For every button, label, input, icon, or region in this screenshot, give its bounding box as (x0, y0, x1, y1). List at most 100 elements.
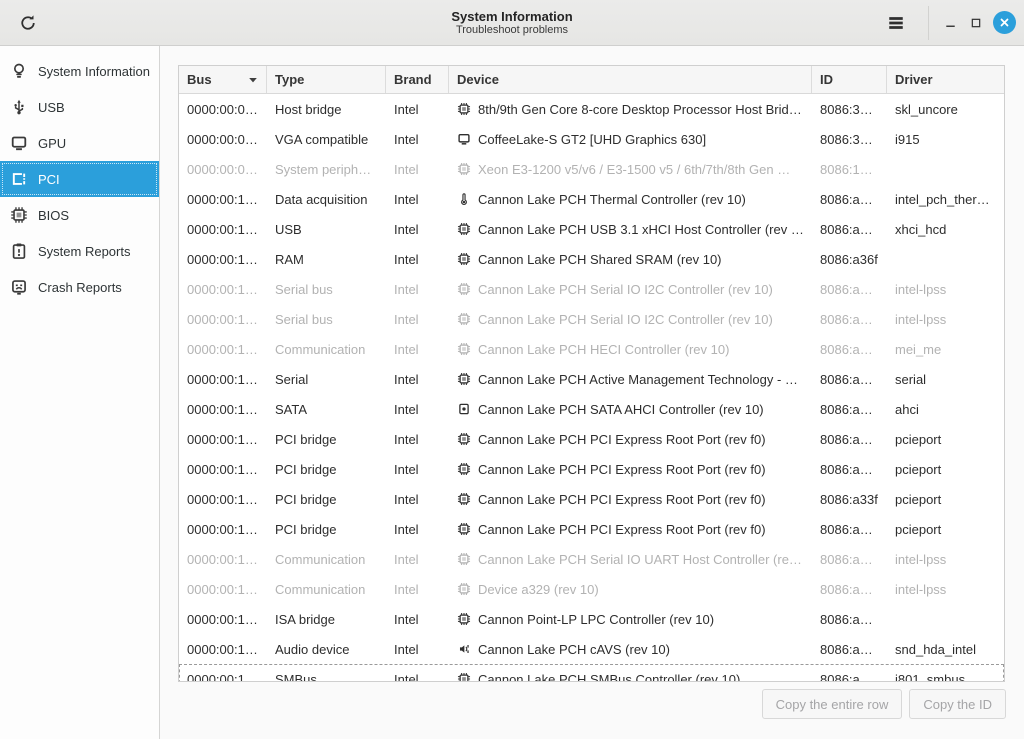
cell-device: Cannon Lake PCH Shared SRAM (rev 10) (449, 252, 812, 267)
clipboard-icon (10, 242, 28, 260)
usb-icon (10, 98, 28, 116)
table-row[interactable]: 0000:00:1d.0PCI bridgeIntelCannon Lake P… (179, 514, 1004, 544)
minimize-icon (943, 15, 958, 30)
chip-icon (457, 372, 471, 386)
table-row[interactable]: 0000:00:15.0Serial busIntelCannon Lake P… (179, 274, 1004, 304)
sidebar-item-crash-reports[interactable]: Crash Reports (0, 269, 159, 305)
table-row[interactable]: 0000:00:1c.0PCI bridgeIntelCannon Lake P… (179, 424, 1004, 454)
table-row[interactable]: 0000:00:1c.7PCI bridgeIntelCannon Lake P… (179, 484, 1004, 514)
cell-id: 8086:a363 (812, 372, 887, 387)
menu-button[interactable] (880, 8, 912, 38)
cell-type: PCI bridge (267, 492, 386, 507)
table-row[interactable]: 0000:00:1e.0CommunicationIntelCannon Lak… (179, 544, 1004, 574)
column-header-device[interactable]: Device (449, 66, 812, 93)
table-row[interactable]: 0000:00:1f.3Audio deviceIntelCannon Lake… (179, 634, 1004, 664)
cell-driver: pcieport (887, 492, 1004, 507)
table-row[interactable]: 0000:00:16.0CommunicationIntelCannon Lak… (179, 334, 1004, 364)
chip-icon (457, 432, 471, 446)
table-row[interactable]: 0000:00:00.0Host bridgeIntel8th/9th Gen … (179, 94, 1004, 124)
cell-id: 8086:3e98 (812, 132, 887, 147)
column-header-label: Bus (187, 72, 212, 87)
table-row[interactable]: 0000:00:1f.4SMBusIntelCannon Lake PCH SM… (179, 664, 1004, 681)
device-name: Cannon Lake PCH SATA AHCI Controller (re… (478, 402, 764, 417)
table-row[interactable]: 0000:00:14.2RAMIntelCannon Lake PCH Shar… (179, 244, 1004, 274)
cell-id: 8086:a36f (812, 252, 887, 267)
sidebar-item-label: GPU (38, 136, 66, 151)
column-header-bus[interactable]: Bus (179, 66, 267, 93)
refresh-icon (19, 14, 37, 32)
column-header-label: Device (457, 72, 499, 87)
cell-type: SATA (267, 402, 386, 417)
cell-brand: Intel (386, 462, 449, 477)
cell-device: 8th/9th Gen Core 8-core Desktop Processo… (449, 102, 812, 117)
maximize-button[interactable] (963, 10, 989, 36)
cell-brand: Intel (386, 162, 449, 177)
column-header-type[interactable]: Type (267, 66, 386, 93)
column-header-driver[interactable]: Driver (887, 66, 1004, 93)
cell-id: 8086:3e30 (812, 102, 887, 117)
sidebar-item-bios[interactable]: BIOS (0, 197, 159, 233)
column-header-id[interactable]: ID (812, 66, 887, 93)
chip-icon (457, 672, 471, 681)
sidebar-item-gpu[interactable]: GPU (0, 125, 159, 161)
chip-icon (457, 252, 471, 266)
chip-icon (457, 342, 471, 356)
table-row[interactable]: 0000:00:1f.0ISA bridgeIntelCannon Point-… (179, 604, 1004, 634)
table-row[interactable]: 0000:00:1c.5PCI bridgeIntelCannon Lake P… (179, 454, 1004, 484)
sidebar-item-system-reports[interactable]: System Reports (0, 233, 159, 269)
cell-device: CoffeeLake-S GT2 [UHD Graphics 630] (449, 132, 812, 147)
column-header-brand[interactable]: Brand (386, 66, 449, 93)
cell-driver: serial (887, 372, 1004, 387)
close-button[interactable] (993, 11, 1016, 34)
cell-type: USB (267, 222, 386, 237)
sidebar-item-system-information[interactable]: System Information (0, 53, 159, 89)
cell-brand: Intel (386, 552, 449, 567)
cell-id: 8086:a379 (812, 192, 887, 207)
device-name: Cannon Lake PCH PCI Express Root Port (r… (478, 522, 766, 537)
table-row[interactable]: 0000:00:12.0Data acquisitionIntelCannon … (179, 184, 1004, 214)
table-row[interactable]: 0000:00:02.0VGA compatibleIntelCoffeeLak… (179, 124, 1004, 154)
table-body[interactable]: 0000:00:00.0Host bridgeIntel8th/9th Gen … (179, 94, 1004, 681)
cell-bus: 0000:00:1c.0 (179, 432, 267, 447)
storage-icon (457, 402, 471, 416)
cell-device: Cannon Lake PCH SATA AHCI Controller (re… (449, 402, 812, 417)
cell-device: Device a329 (rev 10) (449, 582, 812, 597)
sidebar-item-label: BIOS (38, 208, 69, 223)
cell-device: Cannon Lake PCH PCI Express Root Port (r… (449, 432, 812, 447)
sidebar-item-label: System Reports (38, 244, 130, 259)
cell-driver: snd_hda_intel (887, 642, 1004, 657)
cell-driver: i915 (887, 132, 1004, 147)
cell-driver: ahci (887, 402, 1004, 417)
cell-driver: skl_uncore (887, 102, 1004, 117)
device-name: Cannon Lake PCH cAVS (rev 10) (478, 642, 670, 657)
copy-row-button[interactable]: Copy the entire row (762, 689, 903, 719)
table-row[interactable]: 0000:00:16.3SerialIntelCannon Lake PCH A… (179, 364, 1004, 394)
sidebar-item-pci[interactable]: PCI (0, 161, 159, 197)
refresh-button[interactable] (12, 8, 44, 38)
cell-brand: Intel (386, 672, 449, 682)
copy-id-button[interactable]: Copy the ID (909, 689, 1006, 719)
bulb-icon (10, 62, 28, 80)
table-row[interactable]: 0000:00:08.0System peripheralIntelXeon E… (179, 154, 1004, 184)
cell-id: 8086:a352 (812, 402, 887, 417)
device-name: Cannon Lake PCH PCI Express Root Port (r… (478, 492, 766, 507)
minimize-button[interactable] (937, 10, 963, 36)
crash-icon (10, 278, 28, 296)
table-row[interactable]: 0000:00:1e.1CommunicationIntelDevice a32… (179, 574, 1004, 604)
column-header-label: Type (275, 72, 304, 87)
cell-bus: 0000:00:00.0 (179, 102, 267, 117)
cell-id: 8086:a323 (812, 672, 887, 682)
cell-id: 8086:a33f (812, 492, 887, 507)
sidebar-item-usb[interactable]: USB (0, 89, 159, 125)
chip-icon (457, 102, 471, 116)
maximize-icon (969, 16, 983, 30)
table-row[interactable]: 0000:00:17.0SATAIntelCannon Lake PCH SAT… (179, 394, 1004, 424)
cell-device: Cannon Lake PCH Active Management Techno… (449, 372, 812, 387)
table-row[interactable]: 0000:00:15.1Serial busIntelCannon Lake P… (179, 304, 1004, 334)
table-row[interactable]: 0000:00:14.0USBIntelCannon Lake PCH USB … (179, 214, 1004, 244)
chip-icon (457, 552, 471, 566)
chip-icon (457, 582, 471, 596)
device-name: Cannon Lake PCH SMBus Controller (rev 10… (478, 672, 740, 682)
cell-device: Cannon Point-LP LPC Controller (rev 10) (449, 612, 812, 627)
cell-brand: Intel (386, 642, 449, 657)
